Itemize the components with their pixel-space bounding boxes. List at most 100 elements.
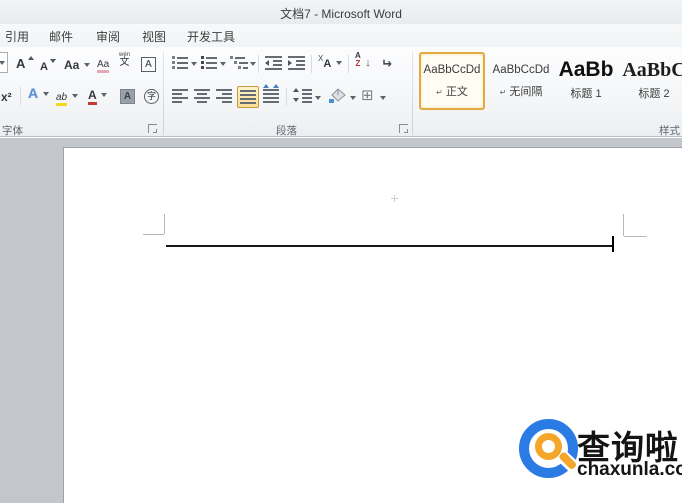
style-label: ↵ 正文 [421,83,483,99]
text-effects-button[interactable]: A [28,85,49,103]
align-center-button[interactable] [194,89,210,103]
dropdown-caret-icon [380,96,386,100]
dropdown-caret-icon [72,94,78,98]
line-spacing-button[interactable] [293,89,312,103]
tab-references[interactable]: 引用 [0,28,34,46]
align-right-button[interactable] [216,89,232,103]
line-spacing-down-icon [293,98,299,102]
style-label: 标题 2 [621,85,682,101]
superscript-icon: x² [1,90,12,104]
borders-grid-icon: ⊞ [361,87,374,104]
window-title: 文档7 - Microsoft Word [0,5,682,22]
phonetic-guide-button[interactable]: wén 文 [119,52,130,68]
character-shading-icon: A [120,89,135,104]
style-label: ↵ 无间隔 [490,83,552,99]
decrease-indent-button[interactable] [265,56,282,70]
separator [348,55,349,73]
justify-button[interactable] [237,86,259,108]
group-separator [412,51,413,135]
shading-button[interactable] [328,86,348,109]
style-sample: AaBbCcDd [490,64,552,76]
style-no-spacing[interactable]: AaBbCcDd ↵ 无间隔 [488,52,554,110]
distribute-arrow-icon [263,84,269,88]
paragraph-mark-icon: ↵ [381,56,392,72]
asian-layout-button[interactable]: XA [318,54,342,72]
dropdown-caret-icon [250,62,256,66]
bullets-icon [172,56,188,59]
shrink-font-icon: A [40,61,48,73]
superscript-button[interactable]: x² [1,88,12,106]
text-effects-icon: A [28,85,38,101]
character-border-icon: A [141,57,156,72]
text-highlight-button[interactable]: ab [56,87,78,105]
tab-mailings[interactable]: 邮件 [44,28,78,46]
dropdown-caret-icon [0,61,5,65]
align-left-icon [172,89,188,91]
character-border-button[interactable]: A [141,54,156,72]
enclose-characters-button[interactable]: 字 [144,86,159,104]
paragraph-dialog-launcher[interactable] [399,124,408,133]
ribbon-tab-row: 引用 邮件 审阅 视图 开发工具 [0,24,682,47]
shrink-font-button[interactable]: A [40,57,48,75]
increase-indent-button[interactable] [288,56,305,70]
dropdown-caret-icon [43,92,49,96]
clear-formatting-button[interactable]: Aa [97,54,109,72]
style-heading2[interactable]: AaBbC 标题 2 [619,52,682,110]
paragraph-group-label: 段落 [276,123,297,138]
increase-indent-icon [288,56,305,58]
style-normal[interactable]: AaBbCcDd ↵ 正文 [419,52,485,110]
style-sample: AaBbCcDd [421,64,483,76]
multilevel-list-button[interactable] [230,56,248,69]
grow-font-icon: A [16,56,25,71]
align-right-icon [216,89,232,91]
dropdown-caret-icon [220,62,226,66]
shading-bucket-icon [328,86,348,104]
style-label: 标题 1 [557,85,615,101]
align-center-icon [194,89,210,91]
word-window: 文档7 - Microsoft Word 引用 邮件 审阅 视图 开发工具 A … [0,0,682,503]
sort-button[interactable]: A Z ↓ [355,52,371,70]
watermark-domain-text: chaxunla.com [577,459,682,481]
tab-review[interactable]: 审阅 [91,28,125,46]
separator [286,88,287,106]
dropdown-caret-icon [84,63,90,67]
grow-font-button[interactable]: A [16,55,25,73]
document-area: 查询啦 chaxunla.com [0,138,682,503]
highlight-icon: ab [56,92,67,106]
tab-developer[interactable]: 开发工具 [182,28,240,46]
enclose-characters-icon: 字 [144,89,159,104]
shrink-font-arrow-icon [50,59,56,63]
change-case-button[interactable]: Aa [64,56,90,74]
bullets-button[interactable] [172,56,188,69]
borders-button[interactable]: ⊞ [361,86,374,105]
dropdown-caret-icon [350,96,356,100]
tab-view[interactable]: 视图 [137,28,171,46]
line-spacing-up-icon [293,88,299,92]
change-case-icon: Aa [64,58,79,72]
style-heading1[interactable]: AaBb 标题 1 [555,52,617,110]
font-size-combo-fragment[interactable] [0,52,8,73]
increase-indent-arrow-icon [288,60,292,66]
character-shading-button[interactable]: A [120,86,135,104]
line-spacing-icon [302,89,312,91]
align-left-button[interactable] [172,89,188,103]
font-dialog-launcher[interactable] [148,124,157,133]
styles-group-label: 样式 [659,123,680,138]
multilevel-list-icon [230,56,248,59]
clear-formatting-icon: Aa [97,59,109,73]
ribbon: A A Aa Aa wén 文 A x² A ab [0,47,682,137]
font-color-button[interactable]: A [88,86,107,104]
group-separator [163,51,164,135]
style-sample: AaBb [557,58,615,82]
decrease-indent-arrow-icon [265,60,269,66]
numbering-icon [201,56,217,59]
separator [258,55,259,73]
distribute-arrow-icon [273,84,279,88]
numbering-button[interactable] [201,56,217,69]
dropdown-caret-icon [101,93,107,97]
show-hide-marks-button[interactable]: ↵ [381,55,392,73]
dropdown-caret-icon [315,96,321,100]
distribute-text-button[interactable] [263,89,279,103]
dropdown-caret-icon [191,62,197,66]
font-group-label: 字体 [2,123,23,138]
